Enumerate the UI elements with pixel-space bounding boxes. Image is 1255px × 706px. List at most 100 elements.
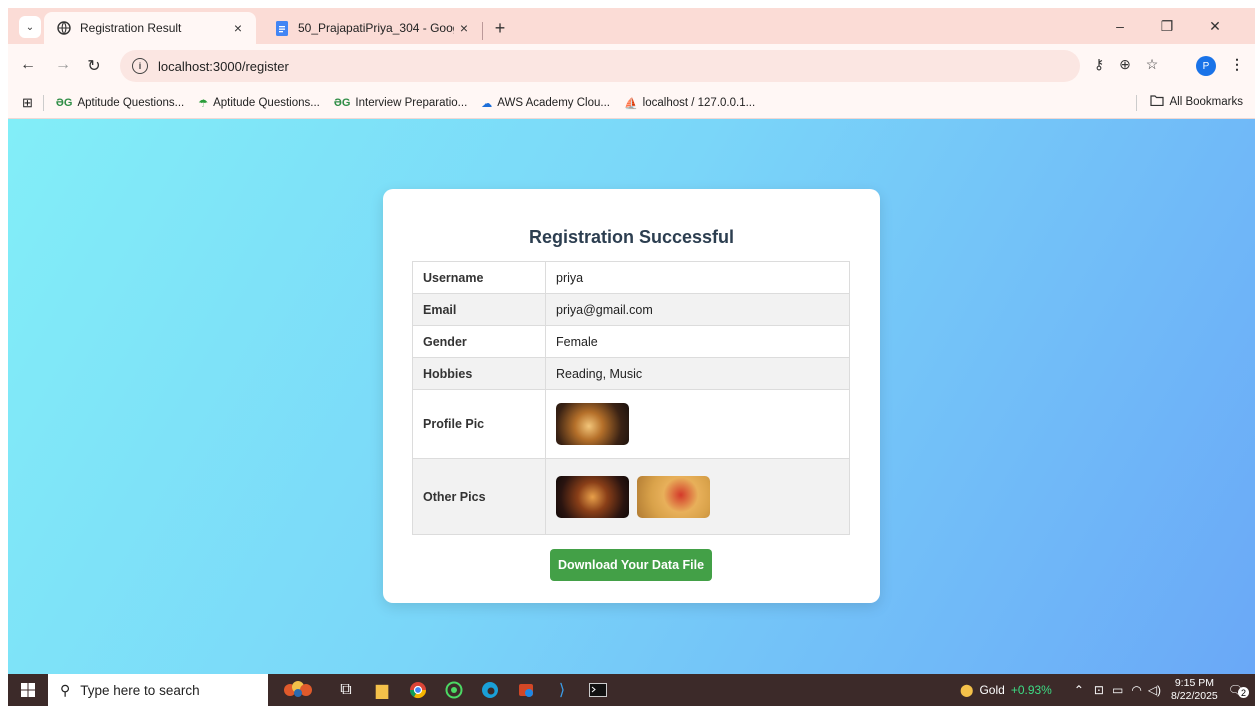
minimize-button[interactable]: –	[1105, 18, 1135, 34]
bookmarks-bar: ⊞ ӘG Aptitude Questions... ☂ Aptitude Ques…	[8, 88, 1255, 119]
phpmyadmin-icon: ⛵	[623, 97, 638, 110]
tab-registration-result[interactable]: Registration Result ×	[44, 12, 256, 44]
tab-search-dropdown[interactable]: ⌄	[19, 16, 41, 38]
row-key: Hobbies	[412, 357, 546, 390]
meet-now-icon[interactable]: ⊡	[1094, 683, 1104, 697]
search-icon: ⚲	[60, 681, 71, 698]
menu-kebab-icon[interactable]: ⋮	[1227, 56, 1247, 73]
table-row: Gender Female	[412, 325, 850, 358]
bookmark-star-icon[interactable]: ☆	[1142, 56, 1162, 73]
bookmark-label: Aptitude Questions...	[213, 97, 320, 109]
tab-close-icon[interactable]: ×	[454, 20, 474, 36]
close-window-button[interactable]: ✕	[1200, 18, 1230, 35]
google-docs-icon	[274, 20, 290, 36]
row-value	[545, 458, 850, 535]
site-info-icon[interactable]: i	[132, 58, 148, 74]
url-text[interactable]: localhost:3000/register	[158, 59, 289, 74]
registration-table: Username priya Email priya@gmail.com Gen…	[412, 261, 850, 535]
wifi-icon[interactable]: ◠	[1131, 683, 1141, 697]
task-view-icon[interactable]: ⧉	[328, 674, 364, 706]
table-row: Other Pics	[412, 458, 850, 535]
navigation-bar: ← → ↻ i localhost:3000/register ⚷ ⊕ ☆ P …	[8, 44, 1255, 88]
bookmark-divider	[1136, 95, 1137, 111]
taskbar-search-box[interactable]: ⚲ Type here to search	[48, 674, 268, 706]
table-row: Email priya@gmail.com	[412, 293, 850, 326]
tab-strip: ⌄ Registration Result × 50_PrajapatiPriy…	[8, 8, 1255, 44]
clock-time: 9:15 PM	[1174, 677, 1214, 689]
clock-date: 8/22/2025	[1171, 690, 1218, 702]
address-bar[interactable]: i localhost:3000/register	[120, 50, 1080, 82]
tab-close-icon[interactable]: ×	[228, 20, 248, 36]
registration-card: Registration Successful Username priya E…	[383, 189, 880, 603]
apps-grid-icon[interactable]: ⊞	[22, 95, 33, 111]
indiabix-icon: ☂	[198, 97, 209, 110]
bookmark-label: Interview Preparatio...	[355, 97, 468, 109]
page-background: Registration Successful Username priya E…	[8, 119, 1255, 674]
table-row: Username priya	[412, 261, 850, 294]
table-row: Profile Pic	[412, 389, 850, 459]
gold-label[interactable]: Gold	[979, 683, 1004, 697]
row-value	[545, 389, 850, 459]
globe-icon	[56, 20, 72, 36]
restore-button[interactable]: ❐	[1152, 18, 1182, 35]
chrome-icon[interactable]	[400, 674, 436, 706]
row-key: Email	[412, 293, 546, 326]
gold-change: +0.93%	[1010, 683, 1052, 697]
other-pic-image[interactable]	[556, 475, 629, 518]
download-data-button[interactable]: Download Your Data File	[550, 549, 712, 581]
notification-count-badge: 2	[1238, 687, 1249, 698]
row-key: Gender	[412, 325, 546, 358]
row-value: priya	[545, 261, 850, 294]
table-row: Hobbies Reading, Music	[412, 357, 850, 390]
back-arrow-icon[interactable]: ←	[18, 56, 38, 74]
tab-google-docs[interactable]: 50_PrajapatiPriya_304 - Google ×	[262, 12, 482, 44]
row-key: Username	[412, 261, 546, 294]
system-clock[interactable]: 9:15 PM 8/22/2025	[1171, 677, 1218, 703]
edge-icon[interactable]	[472, 674, 508, 706]
profile-pic-image[interactable]	[556, 403, 629, 445]
tab-label: Registration Result	[80, 21, 182, 35]
tab-label: 50_PrajapatiPriya_304 - Google	[298, 21, 454, 35]
volume-icon[interactable]: ◁)	[1148, 683, 1161, 697]
taskbar: ⚲ Type here to search ⧉ ▆ ⟩ ⬤ Gold +0.93…	[8, 674, 1255, 706]
bookmark-label: Aptitude Questions...	[77, 97, 185, 109]
gold-ticker-icon: ⬤	[960, 683, 974, 697]
network-icon[interactable]: ▭	[1112, 683, 1123, 697]
row-key: Other Pics	[412, 458, 546, 535]
notification-icon[interactable]: 🗨 2	[1228, 683, 1249, 698]
bookmark-item[interactable]: ☂ Aptitude Questions...	[198, 97, 320, 110]
forward-arrow-icon[interactable]: →	[53, 56, 73, 74]
file-explorer-icon[interactable]: ▆	[364, 674, 400, 706]
tab-divider	[482, 22, 483, 40]
reload-icon[interactable]: ↻	[84, 56, 104, 76]
zoom-icon[interactable]: ⊕	[1115, 56, 1135, 73]
bookmark-item[interactable]: ӘG Interview Preparatio...	[334, 97, 467, 109]
row-key: Profile Pic	[412, 389, 546, 459]
all-bookmarks-button[interactable]: All Bookmarks	[1149, 95, 1243, 109]
aws-cloud-icon: ☁	[481, 97, 493, 110]
whatsapp-icon[interactable]	[436, 674, 472, 706]
new-tab-button[interactable]: +	[490, 18, 510, 39]
page-title: Registration Successful	[528, 227, 735, 247]
bookmark-item[interactable]: ☁ AWS Academy Clou...	[481, 97, 610, 110]
bookmark-item[interactable]: ӘG Aptitude Questions...	[56, 97, 184, 109]
bookmark-label: localhost / 127.0.0.1...	[642, 97, 756, 109]
system-tray: ⬤ Gold +0.93% ⌃ ⊡ ▭ ◠ ◁) 9:15 PM 8/22/20…	[960, 674, 1255, 706]
folder-icon	[1149, 95, 1164, 109]
bookmark-divider	[42, 95, 44, 111]
vscode-icon[interactable]: ⟩	[544, 674, 580, 706]
bookmark-item[interactable]: ⛵ localhost / 127.0.0.1...	[624, 97, 755, 110]
tray-chevron-icon[interactable]: ⌃	[1074, 683, 1084, 697]
search-placeholder: Type here to search	[80, 682, 200, 698]
powerpoint-icon[interactable]	[508, 674, 544, 706]
news-widget-icon[interactable]	[268, 674, 328, 706]
bookmark-label: AWS Academy Clou...	[497, 97, 610, 109]
password-key-icon[interactable]: ⚷	[1089, 56, 1109, 73]
row-value: Female	[545, 325, 850, 358]
other-pic-image[interactable]	[637, 475, 710, 518]
profile-avatar[interactable]: P	[1196, 56, 1216, 76]
terminal-icon[interactable]	[580, 674, 616, 706]
geeksforgeeks-icon: ӘG	[55, 97, 73, 109]
row-value: Reading, Music	[545, 357, 850, 390]
windows-start-icon[interactable]	[8, 683, 48, 697]
